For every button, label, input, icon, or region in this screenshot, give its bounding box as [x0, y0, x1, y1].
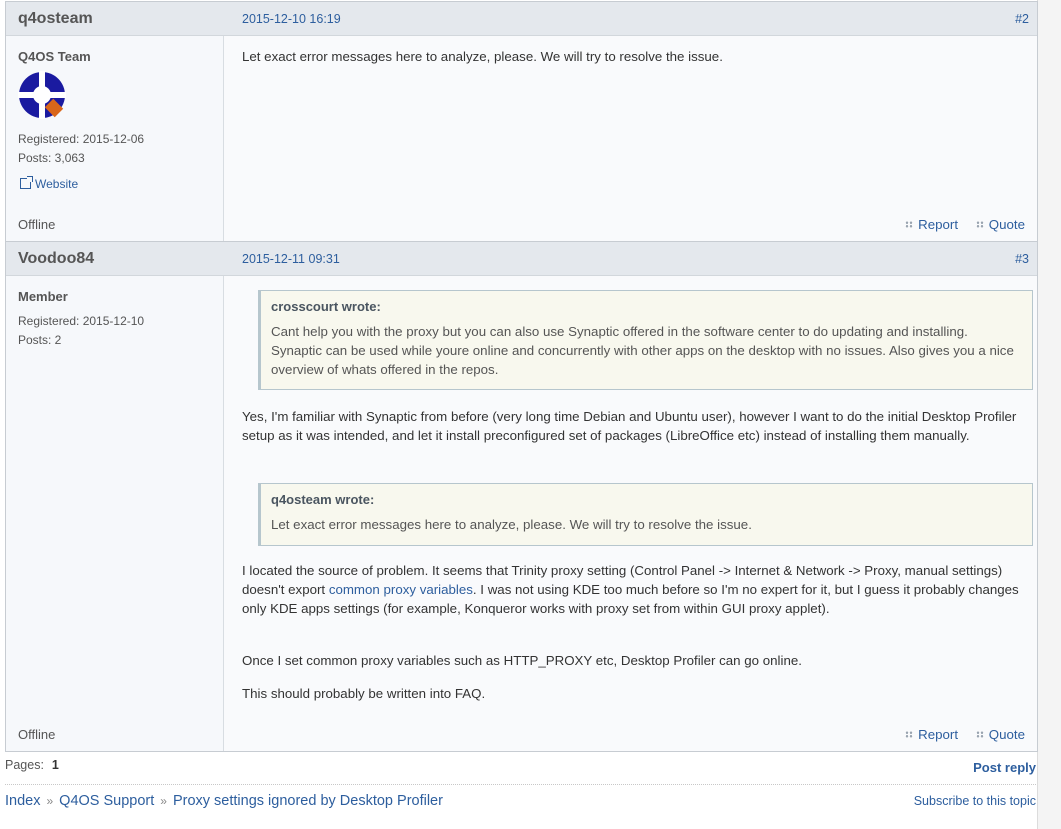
post-number-link[interactable]: #2: [1015, 12, 1029, 26]
post-header: Voodoo84 2015-12-11 09:31 #3: [6, 242, 1037, 276]
quote-author: crosscourt wrote:: [271, 299, 381, 314]
divider: [5, 784, 1036, 785]
message-text: Let exact error messages here to analyze…: [242, 49, 723, 64]
common-proxy-variables-link[interactable]: common proxy variables: [329, 582, 473, 597]
author-rank: Member: [18, 289, 68, 304]
website-label: Website: [35, 177, 79, 191]
report-icon: [905, 221, 914, 228]
message-paragraph: This should probably be written into FAQ…: [242, 686, 486, 701]
report-icon: [905, 731, 914, 738]
author-registered: Registered: 2015-12-06: [18, 132, 145, 146]
external-link-icon: [20, 176, 33, 189]
post-date-link[interactable]: 2015-12-11 09:31: [242, 252, 340, 266]
post-3: Voodoo84 2015-12-11 09:31 #3 Member Regi…: [5, 241, 1038, 752]
message-paragraph: Yes, I'm familiar with Synaptic from bef…: [242, 409, 1017, 443]
post-reply-link[interactable]: Post reply: [973, 760, 1036, 775]
report-button[interactable]: Report: [905, 727, 958, 742]
quote-text: Cant help you with the proxy but you can…: [271, 324, 1014, 377]
page-scrollbar-gutter: [1037, 0, 1061, 829]
post-2: q4osteam 2015-12-10 16:19 #2 Q4OS Team R…: [5, 1, 1038, 242]
post-header: q4osteam 2015-12-10 16:19 #2: [6, 2, 1037, 36]
quote-label: Quote: [988, 217, 1025, 232]
quote-icon: [975, 731, 984, 738]
post-message: Let exact error messages here to analyze…: [224, 36, 1037, 241]
breadcrumb: Index » Q4OS Support » Proxy settings ignore…: [5, 793, 443, 809]
post-actions: Report Quote: [891, 217, 1025, 232]
post-number-link[interactable]: #3: [1015, 252, 1029, 266]
message-paragraph: Once I set common proxy variables such a…: [242, 653, 802, 668]
quote-author: q4osteam wrote:: [271, 492, 375, 507]
post-author-name[interactable]: q4osteam: [18, 10, 93, 28]
current-page: 1: [51, 758, 59, 772]
quote-text: Let exact error messages here to analyze…: [271, 517, 752, 532]
author-registered: Registered: 2015-12-10: [18, 314, 145, 328]
author-status: Offline: [18, 727, 56, 742]
breadcrumb-forum[interactable]: Q4OS Support: [59, 793, 154, 809]
author-post-count: Posts: 2: [18, 333, 62, 347]
author-website-link[interactable]: Website: [20, 176, 79, 191]
quote-button[interactable]: Quote: [975, 217, 1025, 232]
breadcrumb-index[interactable]: Index: [5, 793, 40, 809]
quote-icon: [975, 221, 984, 228]
report-label: Report: [918, 217, 959, 232]
breadcrumb-separator: »: [46, 794, 54, 808]
post-message: crosscourt wrote: Cant help you with the…: [224, 276, 1037, 751]
post-author-name[interactable]: Voodoo84: [18, 250, 94, 268]
report-label: Report: [918, 727, 959, 742]
pagination-bar: Pages: 1 Post reply: [5, 758, 1036, 778]
subscribe-link[interactable]: Subscribe to this topic: [914, 794, 1036, 808]
quote-block-crosscourt: crosscourt wrote: Cant help you with the…: [258, 290, 1033, 390]
message-paragraph: I located the source of problem. It seem…: [242, 561, 1021, 618]
quote-block-q4osteam: q4osteam wrote: Let exact error messages…: [258, 483, 1033, 546]
quote-button[interactable]: Quote: [975, 727, 1025, 742]
author-info-panel: Member Registered: 2015-12-10 Posts: 2 O…: [6, 276, 224, 751]
author-rank: Q4OS Team: [18, 49, 91, 64]
author-info-panel: Q4OS Team Registered: 2015-12-06 Posts: …: [6, 36, 224, 241]
post-body: Q4OS Team Registered: 2015-12-06 Posts: …: [6, 36, 1037, 241]
pages-label: Pages:: [5, 758, 44, 772]
quote-label: Quote: [988, 727, 1025, 742]
breadcrumb-separator: »: [160, 794, 167, 808]
avatar: [18, 71, 66, 119]
breadcrumb-topic[interactable]: Proxy settings ignored by Desktop Profil…: [173, 793, 443, 809]
post-actions: Report Quote: [891, 727, 1025, 742]
post-date-link[interactable]: 2015-12-10 16:19: [242, 12, 341, 26]
post-body: Member Registered: 2015-12-10 Posts: 2 O…: [6, 276, 1037, 751]
report-button[interactable]: Report: [905, 217, 958, 232]
author-status: Offline: [18, 217, 56, 232]
author-post-count: Posts: 3,063: [18, 151, 85, 165]
